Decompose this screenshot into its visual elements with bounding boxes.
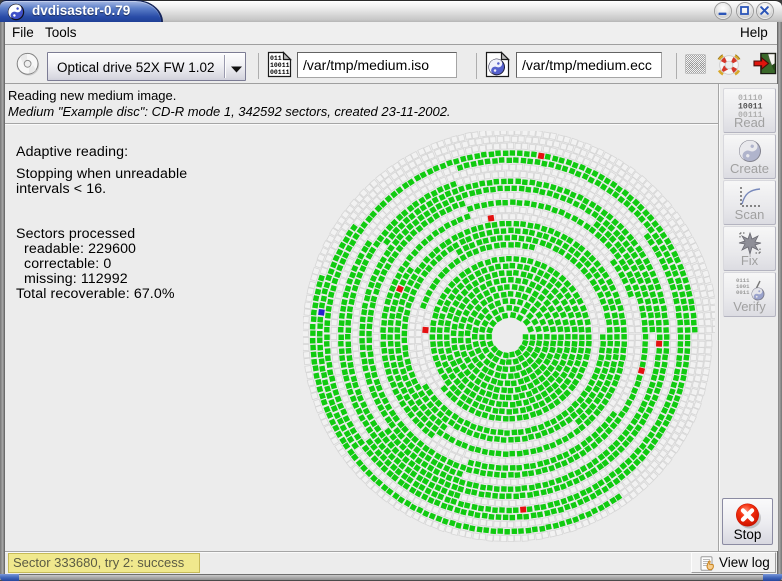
svg-text:00111: 00111 [270,69,290,76]
svg-text:10011: 10011 [270,62,290,69]
svg-text:011: 011 [270,55,282,62]
svg-text:0011: 0011 [736,289,750,296]
